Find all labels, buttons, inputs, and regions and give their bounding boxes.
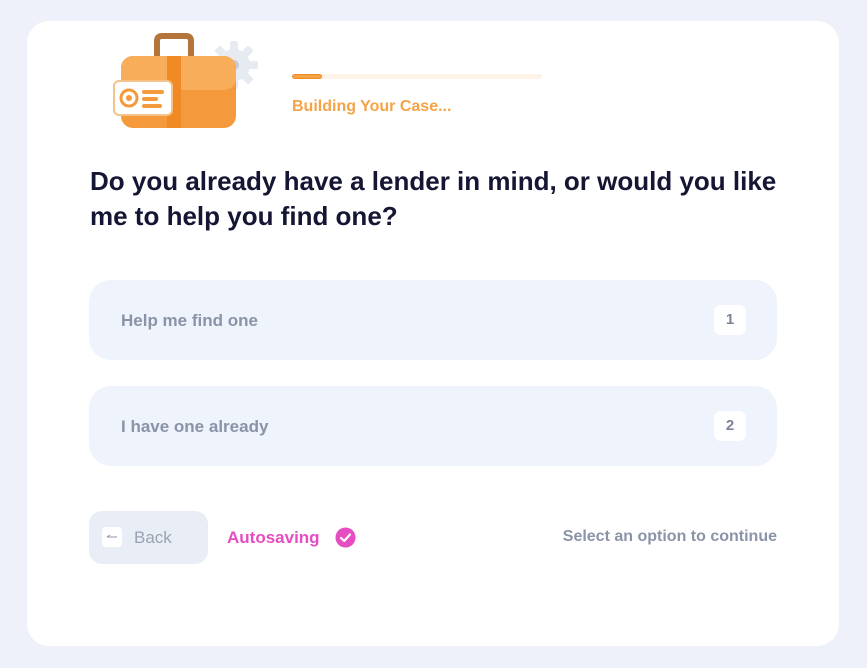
back-label: Back (134, 528, 172, 547)
option-label: I have one already (121, 417, 269, 436)
status-text: Building Your Case... (292, 98, 452, 115)
option-have-one-already[interactable]: I have one already 2 (89, 386, 777, 466)
progress-bar (292, 74, 542, 79)
back-arrow-icon (102, 527, 122, 547)
progress-fill (292, 74, 322, 79)
question-heading: Do you already have a lender in mind, or… (90, 166, 777, 231)
option-key-badge: 1 (714, 305, 746, 335)
briefcase-gear-icon (113, 33, 258, 128)
option-label: Help me find one (121, 311, 258, 330)
autosave-label: Autosaving (227, 528, 320, 547)
continue-hint: Select an option to continue (562, 528, 777, 545)
back-button[interactable]: Back (89, 511, 208, 564)
option-help-me-find-one[interactable]: Help me find one 1 (89, 280, 777, 360)
option-key-badge: 2 (714, 411, 746, 441)
check-circle-icon (335, 527, 356, 548)
form-card: Building Your Case... Do you already hav… (27, 21, 839, 646)
